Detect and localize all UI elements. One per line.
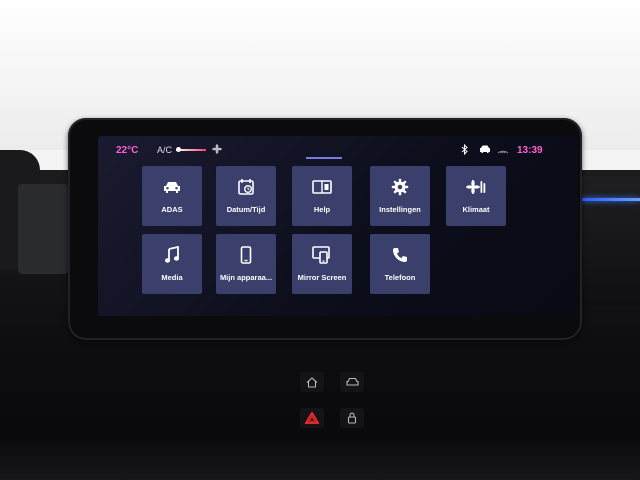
lock-button[interactable] bbox=[340, 408, 364, 428]
calendar-clock-icon bbox=[216, 178, 276, 196]
ac-label[interactable]: A/C bbox=[157, 145, 172, 155]
app-label: Mirror Screen bbox=[297, 273, 347, 282]
app-label: Mijn apparaa... bbox=[219, 273, 273, 282]
vehicle-button[interactable] bbox=[340, 372, 364, 392]
car-icon bbox=[345, 377, 359, 386]
lock-icon bbox=[347, 412, 357, 424]
app-label: Instellingen bbox=[379, 205, 421, 214]
app-tile-adas[interactable]: ADAS bbox=[142, 166, 202, 226]
phone-handset-icon bbox=[370, 246, 430, 264]
hardware-controls bbox=[290, 370, 370, 430]
app-tile-instellingen[interactable]: Instellingen bbox=[370, 166, 430, 226]
app-label: Klimaat bbox=[462, 205, 490, 214]
drawer-handle[interactable] bbox=[306, 157, 342, 159]
status-bar: 22°C A/C 13:39 bbox=[98, 136, 578, 160]
car-icon bbox=[479, 144, 491, 157]
fan-icon[interactable] bbox=[212, 144, 222, 157]
app-label: Media bbox=[161, 273, 183, 282]
cabin-temperature[interactable]: 22°C bbox=[116, 145, 138, 156]
right-air-vent bbox=[582, 176, 640, 306]
mirror-screen-icon bbox=[292, 246, 352, 264]
phone-device-icon bbox=[216, 246, 276, 264]
hazard-icon bbox=[305, 412, 319, 424]
fan-speed-slider[interactable] bbox=[176, 147, 206, 152]
ambient-light-strip bbox=[582, 198, 640, 201]
car-icon bbox=[142, 178, 202, 196]
bluetooth-icon bbox=[461, 143, 469, 158]
app-label: Help bbox=[313, 205, 331, 214]
app-tile-help[interactable]: Help bbox=[292, 166, 352, 226]
help-book-icon bbox=[292, 178, 352, 196]
app-tile-mijn-apparaten[interactable]: Mijn apparaa... bbox=[216, 234, 276, 294]
home-button[interactable] bbox=[300, 372, 324, 392]
app-label: ADAS bbox=[161, 205, 183, 214]
app-tile-telefoon[interactable]: Telefoon bbox=[370, 234, 430, 294]
signal-icon bbox=[497, 144, 509, 157]
hazard-button[interactable] bbox=[300, 408, 324, 428]
gear-icon bbox=[370, 178, 430, 196]
app-tile-media[interactable]: Media bbox=[142, 234, 202, 294]
home-icon bbox=[306, 376, 318, 388]
left-air-vent bbox=[18, 184, 68, 274]
app-tile-klimaat[interactable]: Klimaat bbox=[446, 166, 506, 226]
app-label: Datum/Tijd bbox=[226, 205, 266, 214]
app-label: Telefoon bbox=[384, 273, 416, 282]
clock: 13:39 bbox=[517, 145, 543, 156]
console-lower bbox=[0, 440, 640, 480]
fan-temperature-icon bbox=[446, 178, 506, 196]
infotainment-screen: 22°C A/C 13:39 ADAS Datum/Tijd Help Inst… bbox=[98, 136, 578, 316]
app-tile-mirror-screen[interactable]: Mirror Screen bbox=[292, 234, 352, 294]
app-tile-datum-tijd[interactable]: Datum/Tijd bbox=[216, 166, 276, 226]
slider-knob[interactable] bbox=[176, 147, 181, 152]
music-note-icon bbox=[142, 246, 202, 264]
